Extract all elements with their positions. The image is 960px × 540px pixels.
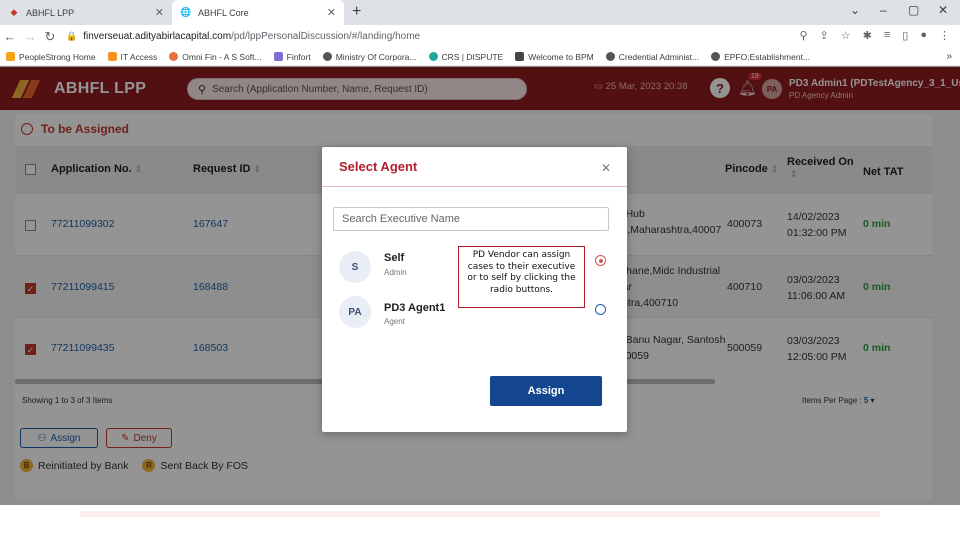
sidepanel-icon[interactable]: ▯ bbox=[902, 29, 908, 42]
globe-icon bbox=[605, 52, 615, 61]
bookmark-icon bbox=[169, 52, 179, 61]
tab-title: ABHFL LPP bbox=[26, 7, 75, 18]
share-icon[interactable]: ⇪ bbox=[820, 29, 829, 42]
divider bbox=[322, 186, 627, 187]
agent-radio-pd3-agent1[interactable] bbox=[595, 304, 606, 315]
menu-icon[interactable]: ⋮ bbox=[939, 29, 950, 42]
chevron-down-icon[interactable]: ⌄ bbox=[850, 3, 860, 17]
browser-tab-core[interactable]: 🌐 ABHFL Core ✕ bbox=[172, 0, 344, 25]
executive-search-input[interactable] bbox=[333, 207, 609, 231]
bookmark[interactable]: Omni Fin - A S Soft... bbox=[169, 52, 262, 62]
url-host: finverseuat.adityabirlacapital.com bbox=[83, 31, 232, 42]
annotation-callout: PD Vendor can assign cases to their exec… bbox=[458, 246, 585, 308]
maximize-icon[interactable]: ▢ bbox=[908, 3, 919, 17]
bookmark[interactable]: Welcome to BPM bbox=[515, 52, 594, 62]
close-icon[interactable]: ✕ bbox=[601, 161, 611, 175]
bookmark[interactable]: Ministry Of Corpora... bbox=[322, 52, 417, 62]
agent-radio-self[interactable] bbox=[595, 255, 606, 266]
profile-icon[interactable]: ● bbox=[920, 29, 927, 42]
select-agent-modal: Select Agent ✕ S Self Admin PA PD3 Agent… bbox=[322, 147, 627, 432]
bookmark-icon bbox=[428, 52, 438, 61]
bookmarks-bar: PeopleStrong Home IT Access Omni Fin - A… bbox=[0, 48, 960, 66]
star-icon[interactable]: ☆ bbox=[841, 29, 851, 42]
bookmark-icon bbox=[107, 52, 117, 61]
modal-title: Select Agent bbox=[339, 159, 418, 174]
page-footer bbox=[0, 505, 960, 540]
media-icon[interactable]: ≡ bbox=[884, 29, 890, 42]
avatar: S bbox=[339, 251, 371, 283]
agent-role: Agent bbox=[384, 317, 405, 326]
url-field[interactable]: 🔒 finverseuat.adityabirlacapital.com/pd/… bbox=[58, 28, 858, 45]
bookmark-icon bbox=[273, 52, 283, 61]
close-window-icon[interactable]: ✕ bbox=[938, 3, 948, 17]
bookmark[interactable]: Finfort bbox=[273, 52, 311, 62]
forward-icon[interactable]: → bbox=[20, 29, 40, 44]
address-bar: ← → ↻ 🔒 finverseuat.adityabirlacapital.c… bbox=[0, 25, 960, 48]
globe-icon bbox=[711, 52, 721, 61]
zoom-icon[interactable]: ⚲ bbox=[799, 29, 807, 42]
bookmark[interactable]: IT Access bbox=[107, 52, 157, 62]
agent-name: Self bbox=[384, 252, 405, 264]
globe-icon bbox=[322, 52, 332, 61]
browser-tab-lpp[interactable]: ◆ ABHFL LPP ✕ bbox=[0, 0, 172, 25]
close-tab-icon[interactable]: ✕ bbox=[327, 6, 336, 19]
bookmark[interactable]: EPFO:Establishment... bbox=[711, 52, 810, 62]
globe-icon: 🌐 bbox=[180, 7, 192, 17]
browser-tab-bar: ◆ ABHFL LPP ✕ 🌐 ABHFL Core ✕ + ⌄ – ▢ ✕ bbox=[0, 0, 960, 25]
bookmark[interactable]: CRS | DISPUTE bbox=[428, 52, 503, 62]
new-tab-icon[interactable]: + bbox=[352, 3, 361, 21]
tab-title: ABHFL Core bbox=[198, 7, 249, 18]
minimize-icon[interactable]: – bbox=[880, 3, 887, 17]
bookmark-icon bbox=[515, 52, 525, 61]
extensions-icon[interactable]: ✱ bbox=[863, 29, 872, 42]
bookmark[interactable]: PeopleStrong Home bbox=[6, 52, 96, 62]
bookmark-icon bbox=[6, 52, 15, 61]
assign-button[interactable]: Assign bbox=[490, 376, 602, 406]
lock-icon: 🔒 bbox=[66, 31, 78, 41]
avatar: PA bbox=[339, 296, 371, 328]
address-bar-icons: ⚲ ⇪ ☆ ✱ ≡ ▯ ● ⋮ bbox=[799, 29, 950, 42]
more-bookmarks-icon[interactable]: » bbox=[946, 51, 952, 62]
agent-role: Admin bbox=[384, 268, 407, 277]
abhfl-favicon-icon: ◆ bbox=[10, 7, 18, 17]
back-icon[interactable]: ← bbox=[0, 29, 20, 44]
agent-name: PD3 Agent1 bbox=[384, 302, 446, 314]
close-tab-icon[interactable]: ✕ bbox=[155, 6, 164, 19]
url-path: /pd/lppPersonalDiscussion/#/landing/home bbox=[231, 31, 421, 42]
bookmark[interactable]: Credential Administ... bbox=[605, 52, 699, 62]
reload-icon[interactable]: ↻ bbox=[40, 29, 60, 45]
